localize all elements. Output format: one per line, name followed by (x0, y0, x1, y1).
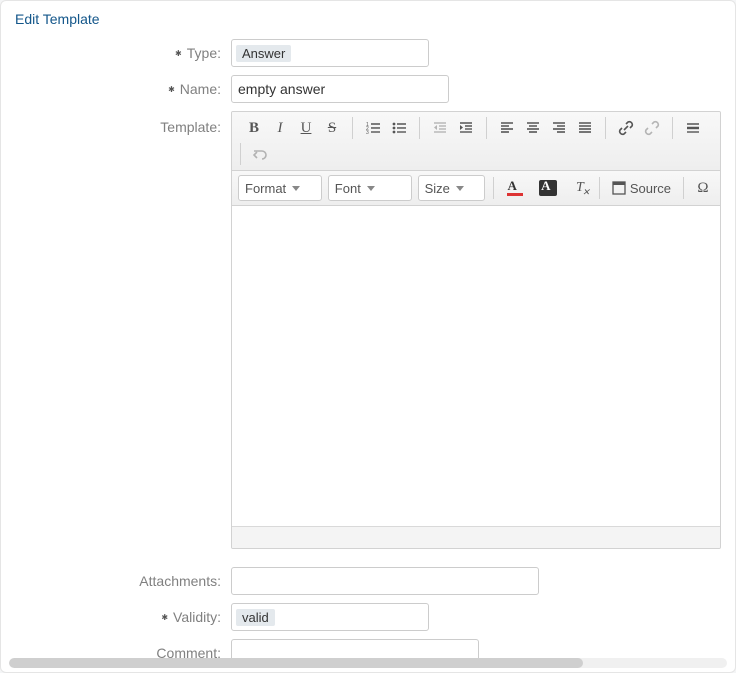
panel-title: Edit Template (1, 1, 735, 31)
text-color-button[interactable]: A (502, 176, 530, 200)
underline-button[interactable]: U (294, 116, 318, 140)
numbered-list-button[interactable]: 123 (361, 116, 385, 140)
format-dropdown[interactable]: Format (238, 175, 322, 201)
name-input[interactable] (231, 75, 449, 103)
editor-status-bar (232, 526, 720, 548)
align-center-button[interactable] (521, 116, 545, 140)
horizontal-rule-button[interactable] (681, 116, 705, 140)
scrollbar-thumb[interactable] (9, 658, 583, 668)
align-right-button[interactable] (547, 116, 571, 140)
label-name: Name: (15, 75, 231, 97)
italic-button[interactable]: I (268, 116, 292, 140)
form: Type: Answer Name: Template: (1, 31, 735, 673)
link-button[interactable] (614, 116, 638, 140)
source-button[interactable]: Source (608, 176, 675, 200)
row-template: Template: B I U S 123 (15, 111, 721, 549)
label-template: Template: (15, 111, 231, 135)
type-chip: Answer (236, 45, 291, 62)
font-dropdown[interactable]: Font (328, 175, 412, 201)
special-char-button[interactable]: Ω (692, 176, 714, 200)
format-label: Format (245, 181, 286, 196)
source-icon (612, 181, 626, 195)
chevron-down-icon (367, 186, 375, 191)
row-name: Name: (15, 75, 721, 103)
validity-chip: valid (236, 609, 275, 626)
strikethrough-button[interactable]: S (320, 116, 344, 140)
align-justify-button[interactable] (573, 116, 597, 140)
row-type: Type: Answer (15, 39, 721, 67)
unlink-button[interactable] (640, 116, 664, 140)
label-type: Type: (15, 39, 231, 61)
chevron-down-icon (292, 186, 300, 191)
size-label: Size (425, 181, 450, 196)
editor-content-area[interactable] (232, 206, 720, 526)
horizontal-scrollbar[interactable] (9, 658, 727, 668)
bold-button[interactable]: B (242, 116, 266, 140)
editor-toolbar-row1: B I U S 123 (232, 112, 720, 171)
rich-text-editor: B I U S 123 (231, 111, 721, 549)
bullet-list-button[interactable] (387, 116, 411, 140)
type-select[interactable]: Answer (231, 39, 429, 67)
source-label: Source (630, 181, 671, 196)
background-color-button[interactable]: A (535, 176, 563, 200)
indent-button[interactable] (454, 116, 478, 140)
attachments-input[interactable] (231, 567, 539, 595)
row-attachments: Attachments: (15, 567, 721, 595)
size-dropdown[interactable]: Size (418, 175, 485, 201)
row-validity: Validity: valid (15, 603, 721, 631)
undo-button[interactable] (249, 142, 273, 166)
edit-template-panel: Edit Template Type: Answer Name: Templat… (0, 0, 736, 673)
remove-format-button[interactable]: T✕ (569, 176, 591, 200)
svg-text:3: 3 (366, 130, 369, 136)
outdent-button[interactable] (428, 116, 452, 140)
chevron-down-icon (456, 186, 464, 191)
editor-toolbar-row2: Format Font Size A (232, 171, 720, 206)
label-validity: Validity: (15, 603, 231, 625)
label-attachments: Attachments: (15, 567, 231, 589)
validity-select[interactable]: valid (231, 603, 429, 631)
font-label: Font (335, 181, 361, 196)
align-left-button[interactable] (495, 116, 519, 140)
